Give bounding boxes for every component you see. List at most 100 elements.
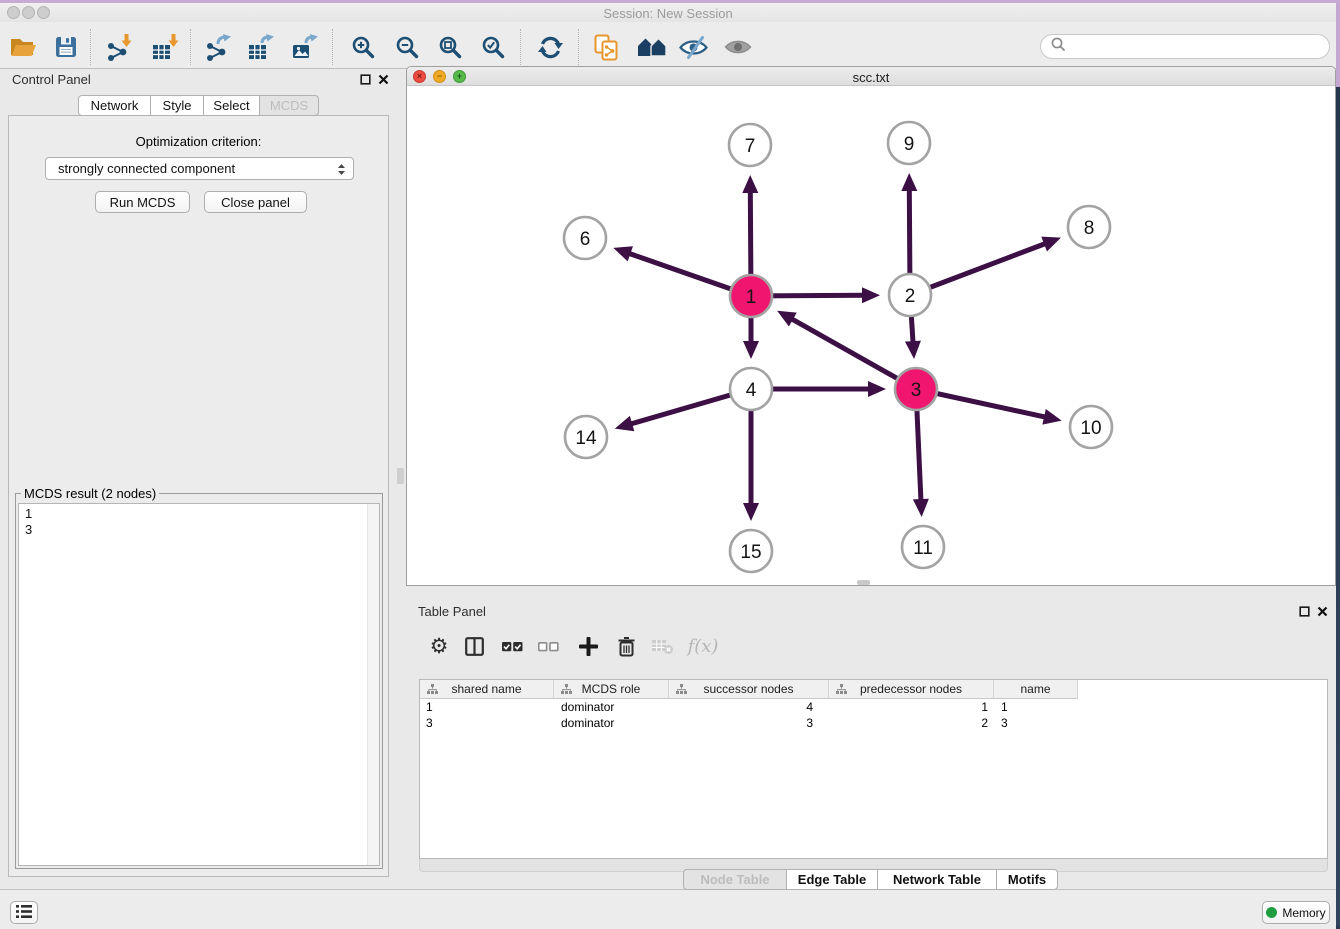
refresh-layout-icon[interactable] [535, 33, 565, 61]
zoom-selected-icon[interactable] [478, 33, 508, 61]
window-title: Session: New Session [0, 6, 1336, 21]
graph-node[interactable]: 10 [1070, 406, 1112, 448]
table-export-icon[interactable] [247, 33, 277, 61]
graph-node[interactable]: 4 [730, 368, 772, 410]
table-panel-title: Table Panel [418, 604, 486, 619]
network-export-icon[interactable] [204, 33, 234, 61]
graph-edge-arrowhead [905, 341, 921, 359]
tab-motifs[interactable]: Motifs [996, 869, 1058, 890]
column-header[interactable]: name [994, 680, 1078, 699]
search-input[interactable] [1070, 36, 1329, 58]
graph-node-label: 11 [913, 538, 933, 559]
result-scrollbar[interactable] [367, 504, 379, 865]
float-panel-icon[interactable] [359, 73, 372, 86]
float-panel-icon[interactable] [1298, 605, 1311, 618]
graph-edge-arrowhead [1042, 409, 1061, 425]
gear-icon[interactable]: ⚙ [428, 631, 450, 661]
mcds-result-group: MCDS result (2 nodes) 1 3 [15, 493, 383, 869]
clear-checks-icon[interactable] [537, 631, 559, 661]
table-cell[interactable]: 1 [994, 699, 1078, 715]
tab-style[interactable]: Style [150, 95, 204, 116]
table-cell[interactable]: 3 [420, 715, 554, 731]
zoom-in-icon[interactable] [348, 33, 378, 61]
graph-node[interactable]: 6 [564, 217, 606, 259]
table-cell[interactable]: 4 [669, 699, 829, 715]
table-import-icon[interactable] [151, 33, 181, 61]
function-builder-icon: f(x) [686, 631, 720, 661]
network-frame-title-bar[interactable]: × − + scc.txt [407, 67, 1335, 86]
status-bar: Memory [0, 889, 1336, 929]
header-filler [1078, 680, 1327, 699]
table-panel: Table Panel ⚙ f(x) shared nameMCDS roles… [406, 599, 1336, 889]
tab-network-table[interactable]: Network Table [877, 869, 997, 890]
graph-node[interactable]: 3 [895, 368, 937, 410]
graph-node[interactable]: 1 [730, 275, 772, 317]
add-column-icon[interactable] [576, 631, 600, 661]
search-box[interactable] [1040, 34, 1330, 59]
graph-node[interactable]: 15 [730, 530, 772, 572]
trash-icon[interactable] [615, 631, 637, 661]
table-cell[interactable]: 1 [829, 699, 994, 715]
close-panel-icon[interactable] [1316, 605, 1329, 618]
graph-node[interactable]: 8 [1068, 206, 1110, 248]
table-cell[interactable]: 3 [669, 715, 829, 731]
graph-node[interactable]: 14 [565, 416, 607, 458]
task-history-button[interactable] [10, 901, 38, 924]
graph-edge-arrowhead [868, 381, 886, 397]
columns-icon[interactable] [463, 631, 485, 661]
table-cell[interactable]: dominator [554, 715, 669, 731]
graph-node[interactable]: 2 [889, 274, 931, 316]
table-cell[interactable]: 3 [994, 715, 1078, 731]
column-header[interactable]: successor nodes [669, 680, 829, 699]
close-panel-icon[interactable] [377, 73, 390, 86]
table-cell[interactable]: 1 [420, 699, 554, 715]
graph-node[interactable]: 9 [888, 122, 930, 164]
table-row[interactable]: 3dominator323 [420, 715, 1327, 731]
tab-network[interactable]: Network [78, 95, 151, 116]
table-row[interactable]: 1dominator411 [420, 699, 1327, 715]
graph-edge-arrowhead [913, 499, 929, 517]
zoom-fit-icon[interactable] [435, 33, 465, 61]
column-header-label: MCDS role [582, 682, 641, 696]
network-graph[interactable]: 1 2 3 4 6 7 8 9 10 11 14 15 [407, 86, 1335, 585]
graph-node-label: 2 [905, 286, 916, 307]
zoom-out-icon[interactable] [392, 33, 422, 61]
tab-edge-table[interactable]: Edge Table [786, 869, 878, 890]
image-export-icon[interactable] [291, 33, 321, 61]
mcds-result-list[interactable]: 1 3 [18, 503, 380, 866]
close-panel-button[interactable]: Close panel [204, 191, 307, 213]
column-header[interactable]: shared name [420, 680, 554, 699]
graph-edge-arrowhead [613, 246, 633, 261]
graph-node[interactable]: 11 [902, 526, 944, 568]
criterion-select[interactable]: strongly connected component [45, 157, 354, 180]
tab-select[interactable]: Select [203, 95, 260, 116]
graph-edge-arrowhead [743, 503, 759, 521]
toolbar-separator [520, 29, 521, 65]
graph-node-label: 8 [1084, 218, 1095, 239]
run-mcds-button[interactable]: Run MCDS [95, 191, 190, 213]
tab-mcds[interactable]: MCDS [259, 95, 319, 116]
vertical-splitter-handle[interactable] [397, 468, 404, 484]
graph-node-label: 7 [745, 136, 756, 157]
shared-column-icon [561, 684, 572, 698]
folder-open-icon[interactable] [8, 33, 38, 61]
column-header[interactable]: predecessor nodes [829, 680, 994, 699]
graph-edge-arrowhead [743, 341, 759, 359]
hide-eye-icon[interactable] [678, 33, 708, 61]
graph-node[interactable]: 7 [729, 124, 771, 166]
node-table: shared name MCDS role successor nodesprede… [419, 679, 1328, 859]
column-header-label: shared name [451, 682, 521, 696]
column-header[interactable]: MCDS role [554, 680, 669, 699]
tab-node-table[interactable]: Node Table [683, 869, 787, 890]
select-all-checks-icon[interactable] [501, 631, 523, 661]
chevron-updown-icon [337, 163, 346, 179]
save-icon[interactable] [51, 33, 81, 61]
memory-button[interactable]: Memory [1262, 901, 1330, 924]
clone-network-icon[interactable] [591, 33, 621, 61]
frame-resize-handle[interactable] [857, 580, 870, 585]
network-import-icon[interactable] [105, 33, 135, 61]
table-cell[interactable]: dominator [554, 699, 669, 715]
table-cell[interactable]: 2 [829, 715, 994, 731]
app-window: Session: New Session [0, 3, 1336, 926]
houses-icon[interactable] [635, 33, 669, 61]
